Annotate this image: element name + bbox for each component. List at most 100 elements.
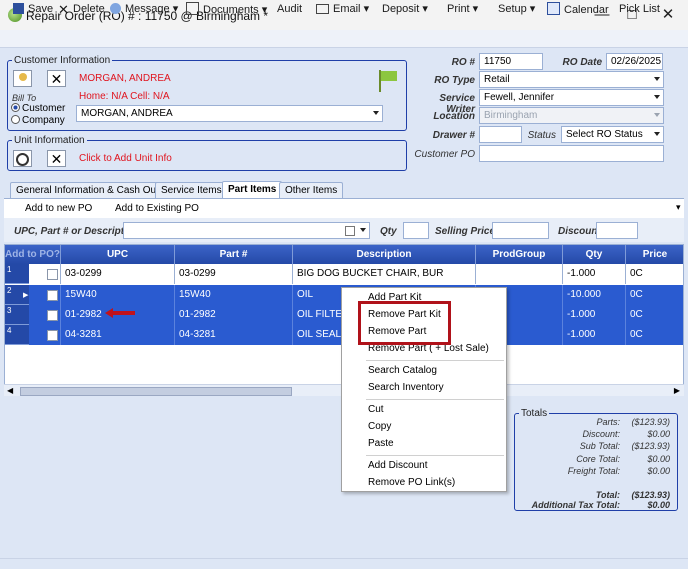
customer-name: MORGAN, ANDREA — [79, 73, 171, 84]
cell-qty: -10.000 — [563, 285, 626, 305]
service-writer-select[interactable]: Fewell, Jennifer — [479, 89, 664, 106]
totals-subtotal: Sub Total: ($123.93) — [579, 441, 670, 451]
documents-button[interactable]: Documents ▾ — [186, 2, 267, 17]
clear-unit-button[interactable]: ✕ — [47, 150, 66, 167]
chevron-down-icon — [654, 132, 660, 136]
col-header-prodgroup[interactable]: ProdGroup — [476, 245, 563, 264]
cell-qty: -1.000 — [563, 325, 626, 345]
delete-button[interactable]: ✕ Delete — [58, 2, 105, 17]
customer-po-label: Customer PO — [414, 149, 475, 160]
tab-other-items[interactable]: Other Items — [279, 182, 344, 198]
col-header-upc[interactable]: UPC — [61, 245, 175, 264]
col-header-price-category[interactable]: Price Catego — [626, 245, 683, 279]
add-to-po-checkbox[interactable] — [47, 330, 58, 341]
selling-price-input[interactable] — [492, 222, 549, 239]
add-to-po-checkbox[interactable] — [47, 269, 58, 280]
location-label: Location — [433, 111, 475, 122]
menu-item-cut[interactable]: Cut — [342, 401, 506, 418]
col-header-add-to-po[interactable]: Add to PO? — [5, 245, 61, 264]
chevron-down-icon — [654, 113, 660, 117]
customer-info-legend: Customer Information — [14, 55, 111, 66]
cell-part: 01-2982 — [175, 305, 293, 325]
cell-qty: -1.000 — [563, 305, 626, 325]
message-button[interactable]: Message ▾ — [110, 2, 178, 17]
add-new-po-button[interactable]: Add to new PO — [25, 203, 92, 214]
calendar-button[interactable]: Calendar — [547, 2, 609, 17]
bill-to-customer-radio[interactable]: Customer — [11, 103, 65, 114]
tab-general[interactable]: General Information & Cash Out — [10, 182, 165, 198]
scroll-left-icon[interactable]: ◀ — [7, 386, 13, 395]
scroll-thumb[interactable] — [20, 387, 292, 396]
scroll-right-icon[interactable]: ▶ — [674, 386, 680, 395]
menu-item-add-discount[interactable]: Add Discount — [342, 457, 506, 474]
audit-button[interactable]: Audit — [277, 2, 302, 17]
setup-button[interactable]: Setup ▾ — [498, 2, 535, 17]
menu-item-search-inventory[interactable]: Search Inventory — [342, 379, 506, 396]
unit-lookup-button[interactable] — [13, 150, 32, 167]
selling-price-label: Selling Price — [435, 226, 496, 237]
add-to-po-checkbox[interactable] — [47, 290, 58, 301]
chevron-down-icon — [360, 228, 366, 232]
menu-item-remove-po-links[interactable]: Remove PO Link(s) — [342, 474, 506, 491]
cell-price-category: 0C — [626, 285, 683, 305]
totals-freight: Freight Total: $0.00 — [567, 466, 670, 476]
ro-date-field[interactable]: 02/26/2025 — [606, 53, 663, 70]
delete-icon: ✕ — [58, 2, 69, 17]
menu-item-search-catalog[interactable]: Search Catalog — [342, 362, 506, 379]
cell-prodgroup — [476, 264, 563, 284]
drawer-field[interactable] — [479, 126, 522, 143]
menu-item-paste[interactable]: Paste — [342, 435, 506, 452]
row-header[interactable]: 2 ▶ — [5, 285, 29, 305]
discount-input[interactable] — [596, 222, 638, 239]
flag-icon[interactable] — [376, 68, 400, 94]
save-button[interactable]: Save — [13, 2, 53, 17]
close-icon: ✕ — [50, 151, 63, 167]
expand-icon[interactable]: ▾ — [676, 202, 681, 213]
current-row-icon: ▶ — [23, 292, 29, 299]
customer-phones: Home: N/A Cell: N/A — [79, 91, 170, 102]
status-select[interactable]: Select RO Status — [561, 126, 664, 143]
menu-separator — [366, 455, 504, 456]
ro-date-label: RO Date — [562, 57, 602, 68]
row-header[interactable]: 3 — [5, 305, 29, 325]
row-header[interactable]: 1 — [5, 264, 29, 284]
bill-to-select[interactable]: MORGAN, ANDREA — [76, 105, 383, 122]
col-header-qty[interactable]: Qty — [563, 245, 626, 264]
ro-type-label: RO Type — [434, 75, 475, 86]
ro-number-label: RO # — [451, 57, 475, 68]
unit-info-group: Unit Information — [7, 135, 407, 171]
menu-separator — [366, 399, 504, 400]
customer-po-field[interactable] — [479, 145, 664, 162]
qty-input[interactable] — [403, 222, 429, 239]
deposit-button[interactable]: Deposit ▾ — [382, 2, 428, 17]
table-row[interactable]: 1 03-0299 03-0299 BIG DOG BUCKET CHAIR, … — [5, 264, 683, 284]
close-window-button[interactable]: ✕ — [657, 5, 679, 25]
drawer-label: Drawer # — [432, 130, 475, 141]
status-label: Status — [527, 130, 556, 141]
pick-list-button[interactable]: Pick List — [619, 2, 660, 17]
documents-icon — [186, 2, 199, 15]
menu-item-copy[interactable]: Copy — [342, 418, 506, 435]
totals-discount: Discount: $0.00 — [582, 429, 670, 439]
col-header-description[interactable]: Description — [293, 245, 476, 264]
tab-part-items[interactable]: Part Items — [222, 181, 283, 198]
chevron-down-icon — [654, 95, 660, 99]
upc-search-input[interactable] — [123, 222, 370, 239]
add-existing-po-button[interactable]: Add to Existing PO — [115, 203, 199, 214]
location-select: Birmingham — [479, 107, 664, 124]
bill-to-company-radio[interactable]: Company — [11, 115, 65, 126]
clear-customer-button[interactable]: ✕ — [47, 70, 66, 87]
status-bar — [0, 558, 688, 569]
print-button[interactable]: Print ▾ — [447, 2, 478, 17]
col-header-part[interactable]: Part # — [175, 245, 293, 264]
cell-upc: 04-3281 — [61, 325, 175, 345]
add-to-po-checkbox[interactable] — [47, 310, 58, 321]
add-unit-link[interactable]: Click to Add Unit Info — [79, 153, 172, 164]
tab-service-items[interactable]: Service Items — [155, 182, 228, 198]
email-button[interactable]: Email ▾ — [316, 2, 369, 17]
ro-type-select[interactable]: Retail — [479, 71, 664, 88]
customer-lookup-button[interactable] — [13, 70, 32, 87]
row-header[interactable]: 4 — [5, 325, 29, 345]
cell-price-category: 0C — [626, 325, 683, 345]
ro-number-field[interactable]: 11750 — [479, 53, 543, 70]
